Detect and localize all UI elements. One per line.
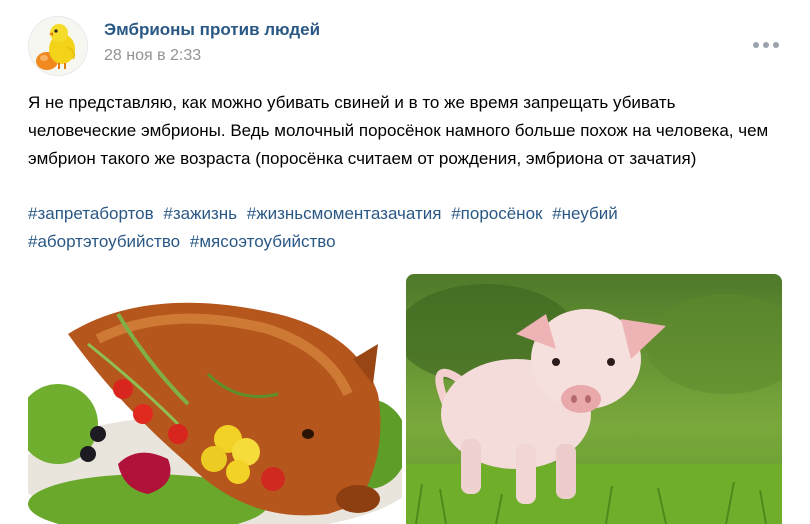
photo-piglet[interactable]: [406, 274, 782, 524]
hashtag-link[interactable]: #жизньсмоментазачатия: [247, 204, 442, 223]
roasted-pig-image: [28, 274, 402, 524]
hashtag-link[interactable]: #поросёнок: [451, 204, 542, 223]
post-header: Эмбрионы против людей 28 ноя в 2:33: [0, 0, 810, 80]
group-name-link[interactable]: Эмбрионы против людей: [104, 20, 320, 40]
chick-on-egg-icon: [29, 17, 87, 75]
hashtag-link[interactable]: #мясоэтоубийство: [190, 232, 336, 251]
hashtag-link[interactable]: #неубий: [552, 204, 618, 223]
post-text: Я не представляю, как можно убивать свин…: [28, 93, 769, 168]
hashtag-list: #запретабортов #зажизнь #жизньсмоментаза…: [28, 200, 788, 256]
hashtag-link[interactable]: #абортэтоубийство: [28, 232, 180, 251]
photo-roasted-pig[interactable]: [28, 274, 402, 524]
more-options-button[interactable]: [748, 30, 784, 58]
hashtag-link[interactable]: #запретабортов: [28, 204, 154, 223]
post-date[interactable]: 28 ноя в 2:33: [104, 47, 201, 65]
piglet-image: [406, 274, 782, 524]
hashtag-link[interactable]: #зажизнь: [163, 204, 237, 223]
group-avatar[interactable]: [28, 16, 88, 76]
more-dots-icon: [751, 35, 781, 53]
